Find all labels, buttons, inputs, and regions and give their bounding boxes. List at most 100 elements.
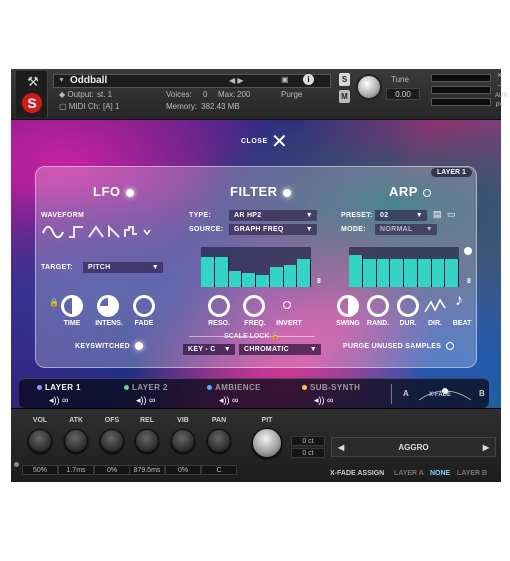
rel-value[interactable]: 879.5ms — [129, 465, 165, 475]
sequencer-step[interactable] — [390, 259, 404, 287]
vol-knob[interactable] — [28, 429, 52, 453]
tab-ambience[interactable]: AMBIENCE — [207, 383, 261, 392]
tab-sub-synth[interactable]: SUB-SYNTH — [302, 383, 360, 392]
scale-key-select[interactable]: KEY - C ▼ — [183, 344, 235, 355]
sequencer-step[interactable] — [297, 259, 311, 287]
preset-name[interactable]: AGGRO — [398, 443, 428, 452]
xfade-assign-layer-a[interactable]: LAYER A — [394, 470, 424, 477]
tune-knob[interactable] — [356, 74, 382, 100]
prev-preset-icon[interactable]: ◀ — [338, 438, 344, 457]
arp-direction-icon[interactable] — [423, 296, 447, 316]
max-value[interactable]: 200 — [237, 90, 250, 99]
sequencer-step[interactable] — [417, 259, 432, 287]
next-preset-icon[interactable]: ▶ — [483, 438, 489, 457]
link-icon[interactable]: ∞ — [327, 395, 333, 405]
sequencer-step[interactable] — [228, 271, 243, 287]
camera-icon[interactable]: ▣ — [281, 75, 289, 84]
wrench-icon[interactable]: ⚒ — [22, 74, 44, 89]
tab-layer-2[interactable]: LAYER 2 — [124, 383, 168, 392]
pan-value[interactable]: C — [201, 465, 237, 475]
pitch-ct-2[interactable]: 0 ct — [291, 448, 325, 458]
sequencer-step[interactable] — [376, 259, 391, 287]
ofs-knob[interactable] — [100, 429, 124, 453]
vib-knob[interactable] — [171, 429, 195, 453]
pitch-ct-1[interactable]: 0 ct — [291, 436, 325, 446]
lfo-time-knob[interactable] — [61, 295, 83, 317]
filter-freq-knob[interactable] — [243, 295, 265, 317]
close-overlay-icon[interactable]: ✕ — [271, 129, 288, 154]
tune-value[interactable]: 0.00 — [386, 88, 420, 100]
link-icon[interactable]: ∞ — [232, 395, 238, 405]
sequencer-step[interactable] — [242, 273, 256, 287]
speaker-icon[interactable]: ◂)) — [49, 395, 60, 405]
speaker-icon[interactable]: ◂)) — [136, 395, 147, 405]
lfo-intensity-knob[interactable] — [97, 295, 119, 317]
arp-swing-knob[interactable] — [337, 295, 359, 317]
sequencer-step[interactable] — [256, 275, 270, 287]
ambience-controls[interactable]: ◂)) ∞ — [219, 395, 238, 406]
sequencer-step[interactable] — [214, 257, 229, 287]
sequencer-step[interactable] — [431, 259, 446, 287]
waveform-selector[interactable] — [41, 224, 151, 240]
folder-icon[interactable]: ▭ — [447, 209, 456, 220]
sequencer-step[interactable] — [349, 255, 363, 287]
atk-value[interactable]: 1.7ms — [58, 465, 94, 475]
arp-rand-knob[interactable] — [367, 295, 389, 317]
filter-source-select[interactable]: GRAPH FREQ ▼ — [229, 224, 317, 235]
rel-knob[interactable] — [135, 429, 159, 453]
sequencer-step[interactable] — [269, 267, 284, 287]
aux-button[interactable]: AUX — [495, 91, 507, 101]
xfade-assign-none[interactable]: NONE — [430, 470, 450, 477]
midi-select[interactable]: [A] 1 — [103, 102, 163, 111]
lfo-power-led[interactable] — [125, 188, 134, 197]
speaker-icon[interactable]: ◂)) — [314, 395, 325, 405]
xfade-assign-layer-b[interactable]: LAYER B — [457, 470, 487, 477]
close-icon[interactable]: ✕ — [495, 71, 504, 81]
nav-arrows-icon[interactable]: ◀ ▶ — [229, 76, 244, 85]
sequencer-step[interactable] — [404, 259, 418, 287]
invert-toggle[interactable] — [283, 301, 291, 309]
ofs-value[interactable]: 0% — [94, 465, 130, 475]
save-preset-icon[interactable]: ▤ — [433, 209, 442, 220]
filter-power-led[interactable] — [282, 188, 291, 197]
layer-2-controls[interactable]: ◂)) ∞ — [136, 395, 155, 406]
minimize-icon[interactable]: ‒ — [495, 81, 504, 91]
filter-reso-knob[interactable] — [208, 295, 230, 317]
instrument-name-field[interactable]: Oddball — [53, 74, 331, 88]
info-icon[interactable]: i — [303, 74, 314, 85]
arp-beat-icon[interactable]: ♪ — [455, 292, 463, 310]
pv-button[interactable]: PV — [495, 101, 504, 111]
arp-step-sequencer[interactable] — [349, 247, 459, 287]
purge-unused-toggle[interactable]: PURGE UNUSED SAMPLES — [343, 342, 455, 350]
close-overlay-label[interactable]: CLOSE — [241, 138, 268, 145]
filter-type-select[interactable]: AR HP2 ▼ — [229, 210, 317, 221]
scale-type-select[interactable]: CHROMATIC ▼ — [239, 344, 321, 355]
tab-layer-1[interactable]: LAYER 1 — [37, 383, 81, 392]
layer-1-controls[interactable]: ◂)) ∞ — [49, 395, 68, 406]
sequencer-step[interactable] — [201, 257, 215, 287]
output-select[interactable]: st. 1 — [97, 90, 157, 99]
unlock-icon[interactable]: 🔓 — [271, 333, 280, 340]
chevron-down-icon[interactable]: ▼ — [58, 77, 65, 84]
purge-menu[interactable]: Purge — [281, 90, 302, 99]
arp-dur-knob[interactable] — [397, 295, 419, 317]
vib-value[interactable]: 0% — [165, 465, 201, 475]
arp-power-led[interactable] — [422, 188, 431, 197]
link-icon[interactable]: ∞ — [149, 395, 155, 405]
pit-knob[interactable] — [252, 428, 282, 458]
sub-synth-controls[interactable]: ◂)) ∞ — [314, 395, 333, 406]
arp-preset-select[interactable]: 02 ▼ — [375, 210, 427, 221]
arp-scroll-handle[interactable] — [464, 247, 472, 255]
sequencer-step[interactable] — [445, 259, 459, 287]
filter-step-sequencer[interactable] — [201, 247, 311, 287]
lfo-fade-knob[interactable] — [133, 295, 155, 317]
vol-value[interactable]: 50% — [22, 465, 58, 475]
lock-icon[interactable]: 🔒 — [49, 298, 59, 307]
solo-button[interactable]: S — [339, 73, 350, 86]
atk-knob[interactable] — [64, 429, 88, 453]
arp-mode-select[interactable]: NORMAL ▼ — [375, 224, 437, 235]
speaker-icon[interactable]: ◂)) — [219, 395, 230, 405]
sequencer-step[interactable] — [362, 259, 377, 287]
link-icon[interactable]: ∞ — [62, 395, 68, 405]
keyswitched-toggle[interactable]: KEYSWITCHED — [75, 342, 144, 350]
